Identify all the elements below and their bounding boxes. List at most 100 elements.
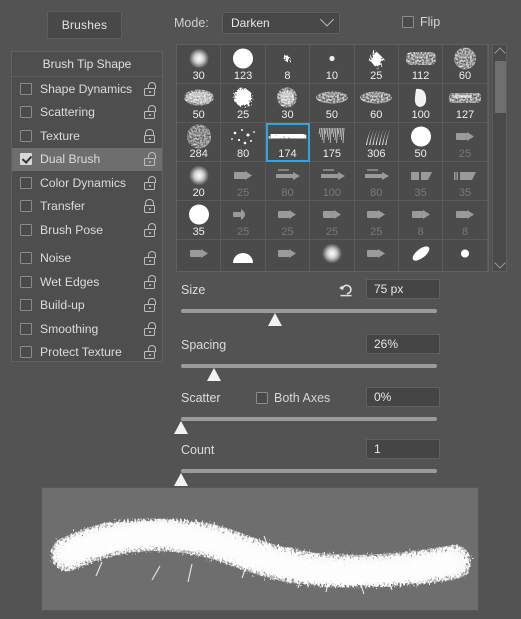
brush-preset-cell[interactable]: 306 — [354, 123, 399, 162]
sidebar-item-checkbox[interactable] — [20, 153, 32, 166]
brush-preset-cell[interactable] — [177, 240, 222, 271]
spacing-input[interactable]: 26% — [366, 334, 440, 354]
brush-preset-cell[interactable]: 112 — [398, 45, 444, 84]
spacing-slider-handle[interactable] — [206, 368, 222, 381]
brush-preset-cell[interactable]: 80 — [354, 162, 399, 201]
brush-preset-cell[interactable]: 25 — [354, 45, 399, 84]
brush-preset-cell[interactable]: 25 — [310, 201, 355, 240]
sidebar-item-checkbox[interactable] — [20, 82, 32, 95]
brush-preset-cell[interactable]: 30 — [177, 45, 222, 84]
size-input[interactable]: 75 px — [366, 279, 440, 299]
brush-preset-cell[interactable]: 25 — [221, 201, 266, 240]
brush-preset-cell[interactable] — [443, 240, 488, 271]
both-axes-checkbox-box[interactable] — [256, 392, 268, 404]
sidebar-item-wet-edges[interactable]: Wet Edges — [12, 270, 162, 294]
brush-preset-cell[interactable] — [221, 240, 266, 271]
brush-preset-cell[interactable]: 25 — [221, 162, 266, 201]
lock-closed-icon[interactable] — [143, 199, 156, 214]
sidebar-item-texture[interactable]: Texture — [12, 124, 162, 148]
scatter-slider-track[interactable] — [181, 417, 437, 421]
count-slider-handle[interactable] — [173, 473, 189, 486]
sidebar-item-shape-dynamics[interactable]: Shape Dynamics — [12, 77, 162, 101]
scatter-input[interactable]: 0% — [366, 387, 440, 407]
lock-open-icon[interactable] — [143, 251, 156, 266]
lock-open-icon[interactable] — [143, 345, 156, 360]
brush-preset-cell[interactable] — [355, 240, 399, 271]
flip-checkbox[interactable]: Flip — [402, 15, 440, 29]
brush-preset-cell[interactable]: 100 — [310, 162, 355, 201]
brush-preset-cell[interactable]: 284 — [177, 123, 222, 162]
brush-preset-cell[interactable]: 25 — [221, 84, 266, 123]
brush-preset-cell[interactable]: 80 — [265, 162, 311, 201]
both-axes-checkbox[interactable]: Both Axes — [256, 391, 330, 405]
brush-preset-cell[interactable]: 60 — [443, 45, 488, 84]
brush-preset-cell[interactable]: 10 — [310, 45, 355, 84]
brush-preset-cell[interactable]: 35 — [443, 162, 488, 201]
brush-preset-cell[interactable]: 25 — [265, 201, 311, 240]
sidebar-item-protect-texture[interactable]: Protect Texture — [12, 341, 162, 365]
sidebar-item-checkbox[interactable] — [20, 106, 32, 119]
brush-tip-shape-header[interactable]: Brush Tip Shape — [12, 52, 162, 77]
sidebar-item-checkbox[interactable] — [20, 252, 32, 265]
sidebar-item-transfer[interactable]: Transfer — [12, 195, 162, 219]
brush-preset-cell[interactable]: 8 — [443, 201, 488, 240]
lock-closed-icon[interactable] — [143, 128, 156, 143]
chevron-down-icon[interactable] — [493, 257, 506, 271]
sidebar-item-checkbox[interactable] — [20, 200, 32, 213]
flip-checkbox-box[interactable] — [402, 16, 414, 28]
sidebar-item-checkbox[interactable] — [20, 322, 32, 335]
brush-preset-cell[interactable]: 8 — [265, 45, 311, 84]
sidebar-item-checkbox[interactable] — [20, 176, 32, 189]
brush-preset-cell[interactable]: 175 — [310, 123, 355, 162]
brush-preset-cell[interactable]: 80 — [221, 123, 266, 162]
brush-preset-cell[interactable]: 20 — [177, 162, 222, 201]
lock-open-icon[interactable] — [143, 298, 156, 313]
revert-arrow-icon[interactable] — [338, 282, 356, 298]
lock-open-icon[interactable] — [143, 152, 156, 167]
lock-open-icon[interactable] — [143, 222, 156, 237]
brush-preset-cell[interactable]: 127 — [443, 84, 488, 123]
sidebar-item-checkbox[interactable] — [20, 223, 32, 236]
sidebar-item-checkbox[interactable] — [20, 129, 32, 142]
count-slider-track[interactable] — [181, 469, 437, 473]
brush-preset-cell[interactable]: 50 — [310, 84, 355, 123]
brush-preset-cell[interactable] — [399, 240, 444, 271]
lock-open-icon[interactable] — [143, 175, 156, 190]
brush-preset-cell[interactable]: 8 — [398, 201, 444, 240]
brush-preset-grid[interactable]: 30 123 8 10 25 112 60 50 25 30 50 60 100… — [176, 44, 489, 272]
brush-grid-scrollbar[interactable] — [492, 44, 507, 272]
scatter-slider-handle[interactable] — [173, 421, 189, 434]
lock-open-icon[interactable] — [143, 81, 156, 96]
sidebar-item-dual-brush[interactable]: Dual Brush — [12, 147, 162, 171]
lock-open-icon[interactable] — [143, 274, 156, 289]
brush-preset-cell[interactable]: 25 — [354, 201, 399, 240]
brush-preset-cell[interactable]: 25 — [443, 123, 488, 162]
sidebar-item-build-up[interactable]: Build-up — [12, 294, 162, 318]
chevron-up-icon[interactable] — [493, 45, 506, 59]
brush-preset-cell[interactable]: 35 — [177, 201, 222, 240]
size-slider-track[interactable] — [181, 309, 437, 313]
brush-preset-cell[interactable]: 100 — [398, 84, 444, 123]
brush-preset-cell[interactable]: 60 — [354, 84, 399, 123]
sidebar-item-noise[interactable]: Noise — [12, 247, 162, 271]
brush-preset-cell[interactable] — [310, 240, 355, 271]
sidebar-item-checkbox[interactable] — [20, 299, 32, 312]
mode-dropdown[interactable]: Darken — [222, 12, 340, 34]
sidebar-item-checkbox[interactable] — [20, 346, 32, 359]
sidebar-item-scattering[interactable]: Scattering — [12, 101, 162, 125]
brush-preset-cell[interactable]: 50 — [398, 123, 444, 162]
brush-preset-cell[interactable]: 123 — [221, 45, 266, 84]
size-slider-handle[interactable] — [268, 313, 283, 326]
sidebar-item-brush-pose[interactable]: Brush Pose — [12, 218, 162, 242]
lock-open-icon[interactable] — [143, 105, 156, 120]
brush-preset-cell[interactable] — [266, 240, 311, 271]
brush-preset-cell[interactable]: 174 — [265, 123, 311, 162]
sidebar-item-smoothing[interactable]: Smoothing — [12, 317, 162, 341]
brushes-tab-button[interactable]: Brushes — [47, 11, 122, 39]
sidebar-item-checkbox[interactable] — [20, 275, 32, 288]
lock-open-icon[interactable] — [143, 321, 156, 336]
scrollbar-thumb[interactable] — [495, 61, 506, 113]
sidebar-item-color-dynamics[interactable]: Color Dynamics — [12, 171, 162, 195]
count-input[interactable]: 1 — [366, 439, 440, 459]
brush-preset-cell[interactable]: 35 — [398, 162, 444, 201]
